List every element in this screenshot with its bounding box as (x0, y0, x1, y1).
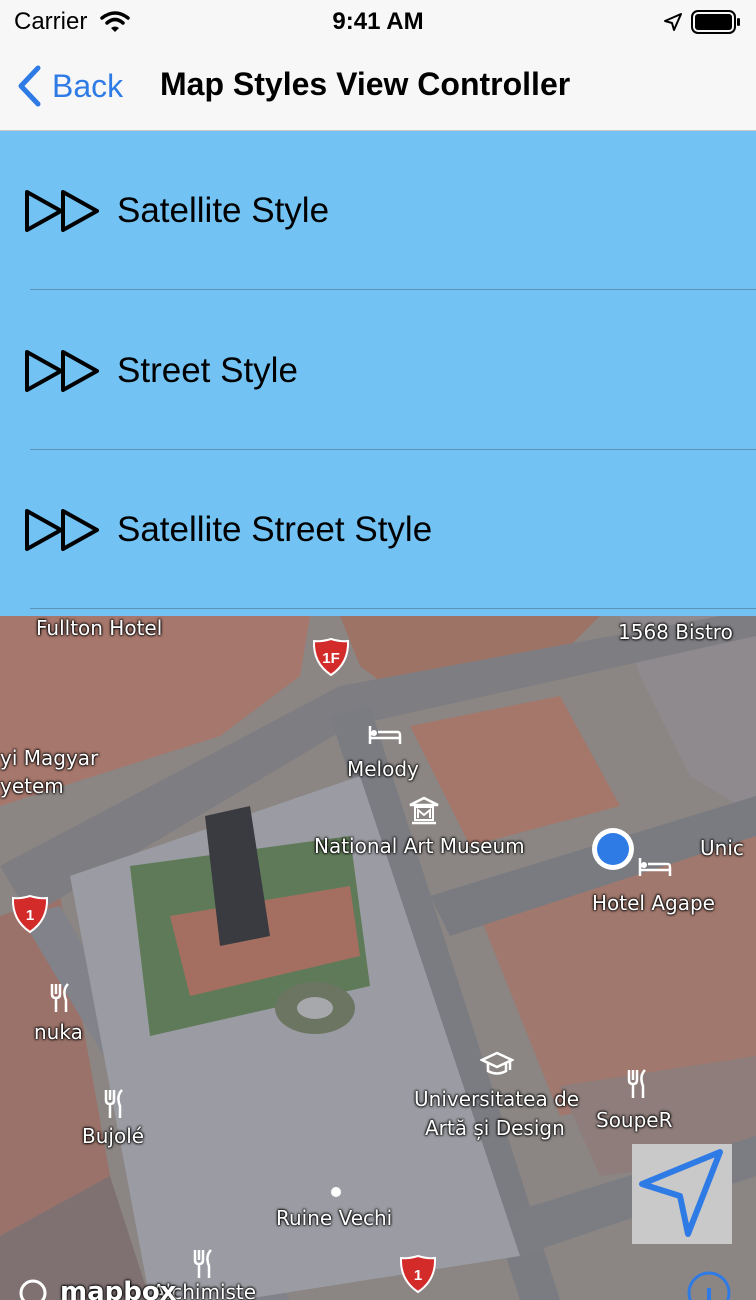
chevron-left-icon (18, 65, 41, 107)
route-shield-icon: 1F (312, 637, 350, 677)
map-label: Hotel Agape (592, 891, 715, 915)
style-label: Street Style (117, 351, 298, 390)
style-list: Satellite Style Street Style Satellite S… (0, 131, 756, 616)
navigation-bar: Back Map Styles View Controller (0, 44, 756, 131)
shield-label: 1F (322, 650, 340, 667)
locate-me-button[interactable] (632, 1144, 732, 1244)
mapbox-logo-icon (19, 1279, 47, 1300)
bed-icon (368, 726, 402, 744)
row-divider (30, 289, 756, 290)
style-label: Satellite Street Style (117, 510, 433, 549)
map-label: Universitatea de (414, 1087, 580, 1111)
route-shield-icon: 1 (11, 894, 49, 934)
shield-label: 1 (26, 907, 34, 924)
map-label: yi Magyar (0, 746, 99, 770)
info-icon[interactable] (686, 1270, 732, 1300)
row-divider (30, 608, 756, 609)
map-label: SoupeR (596, 1108, 673, 1132)
map-label: Fullton Hotel (36, 616, 163, 640)
map-label: nuka (34, 1020, 83, 1044)
restaurant-icon (627, 1069, 646, 1098)
map-label: National Art Museum (314, 834, 525, 858)
battery-icon (691, 10, 740, 34)
college-icon (480, 1051, 514, 1075)
map-label: Bujolé (82, 1124, 145, 1148)
museum-icon (409, 796, 439, 825)
style-row-satellite-street[interactable]: Satellite Street Style (0, 450, 756, 609)
user-location-dot (592, 828, 634, 870)
fast-forward-icon (25, 350, 99, 392)
navigation-arrow-icon (639, 1149, 723, 1237)
restaurant-icon (104, 1089, 123, 1118)
map-label: Ruine Vechi (276, 1206, 393, 1230)
route-shield-icon: 1 (399, 1254, 437, 1294)
status-bar: Carrier 9:41 AM (0, 0, 756, 44)
map-label: Unic (700, 836, 744, 860)
style-row-street[interactable]: Street Style (0, 291, 756, 450)
restaurant-icon (193, 1249, 212, 1278)
page-title: Map Styles View Controller (160, 66, 571, 102)
fast-forward-icon (25, 509, 99, 551)
map-label: Artă și Design (425, 1116, 565, 1140)
map-label: yetem (0, 774, 64, 798)
map-view[interactable]: 1F 1 1 Fullton Hotel 1568 Bistro yi Magy (0, 616, 756, 1300)
bed-icon (638, 858, 672, 876)
back-label: Back (52, 67, 124, 104)
map-label: 1568 Bistro (618, 620, 733, 644)
map-label: Melody (347, 757, 419, 781)
fast-forward-icon (25, 190, 99, 232)
style-row-satellite[interactable]: Satellite Style (0, 131, 756, 290)
location-arrow-icon (664, 13, 682, 31)
mapbox-wordmark: mapbox (60, 1277, 177, 1300)
back-button[interactable]: Back (16, 62, 123, 110)
restaurant-icon (50, 983, 69, 1012)
style-label: Satellite Style (117, 191, 330, 230)
shield-label: 1 (414, 1267, 422, 1284)
clock: 9:41 AM (332, 8, 424, 35)
